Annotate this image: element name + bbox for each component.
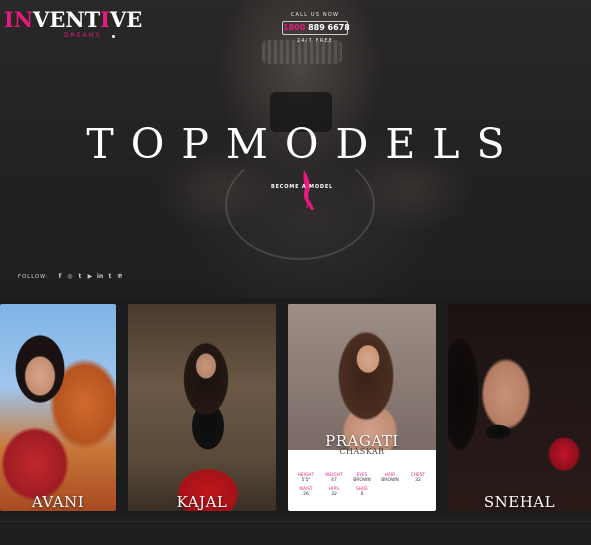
model-name: KAJAL: [176, 493, 228, 511]
youtube-icon[interactable]: ▶: [87, 274, 93, 280]
brand-tagline: DREAMS: [64, 32, 102, 39]
model-card-snehal[interactable]: SNEHAL: [448, 304, 591, 511]
stat-hair: HAIR BROWN: [381, 472, 399, 483]
footer-strip: [0, 515, 591, 545]
stat-hips: HIPS 32: [329, 486, 339, 497]
linkedin-icon[interactable]: in: [97, 274, 103, 280]
logo-dot-icon: [112, 35, 115, 38]
instagram-icon[interactable]: ◎: [67, 274, 73, 280]
call-label: CALL US NOW: [290, 12, 340, 18]
divider: [0, 521, 591, 522]
models-gallery: AVANI KAJAL PRAGATI CHASKAR HEIGHT 5'5" W…: [0, 298, 591, 545]
model-card-kajal[interactable]: KAJAL: [128, 304, 276, 511]
pinterest-icon[interactable]: ℗: [117, 274, 123, 280]
hero-banner: INVENTIVE DREAMS CALL US NOW 1800 889 66…: [0, 0, 591, 298]
stat-height: HEIGHT 5'5": [297, 472, 315, 483]
phone-button[interactable]: 1800 889 6678: [282, 21, 350, 35]
model-photo: [288, 304, 436, 450]
twitter-icon[interactable]: t: [77, 274, 83, 280]
become-model-button[interactable]: BECOME A MODEL: [252, 184, 352, 190]
model-card-avani[interactable]: AVANI: [0, 304, 116, 511]
model-name: AVANI: [31, 493, 85, 511]
stat-eyes: EYES BROWN: [353, 472, 371, 483]
model-name: SNEHAL: [483, 493, 556, 511]
page-title: TOPMODELS: [86, 120, 522, 168]
model-surname: CHASKAR: [339, 447, 385, 456]
model-card-pragati[interactable]: PRAGATI CHASKAR HEIGHT 5'5" WEIGHT 47 EYES…: [288, 304, 436, 511]
social-follow: FOLLOW: f ◎ t ▶ in t ℗: [18, 274, 123, 281]
facebook-icon[interactable]: f: [57, 274, 63, 280]
contact-block: CALL US NOW 1800 889 6678 24/7 FREE: [282, 12, 350, 44]
availability-text: 24/7 FREE: [296, 38, 334, 44]
tumblr-icon[interactable]: t: [107, 274, 113, 280]
model-stats: HEIGHT 5'5" WEIGHT 47 EYES BROWN HAIR BROWN …: [292, 472, 432, 497]
stat-waist: WAIST 26: [299, 486, 313, 497]
stat-weight: WEIGHT 47: [325, 472, 343, 483]
stat-shoe: SHOE 6: [355, 486, 369, 497]
follow-label: FOLLOW:: [18, 274, 49, 280]
high-heel-icon: [303, 170, 314, 210]
stat-chest: CHEST 32: [410, 472, 426, 483]
